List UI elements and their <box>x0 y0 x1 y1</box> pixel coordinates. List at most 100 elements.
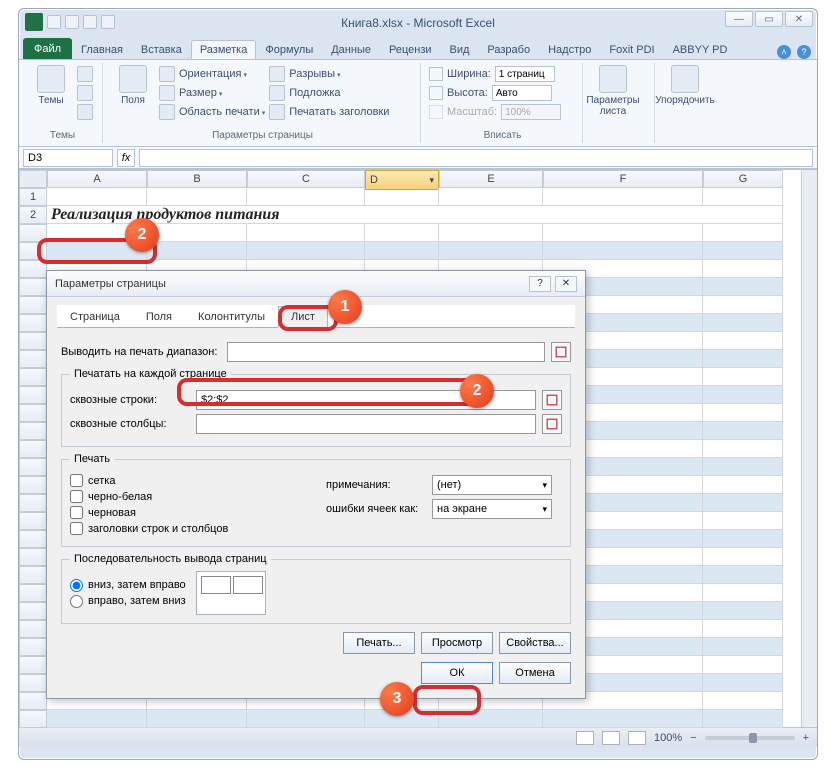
zoom-level[interactable]: 100% <box>654 732 682 744</box>
bw-checkbox[interactable] <box>70 490 83 503</box>
cell[interactable] <box>703 422 783 440</box>
zoom-slider[interactable] <box>705 736 795 740</box>
ref-select-button[interactable] <box>551 342 571 362</box>
tab-page[interactable]: Страница <box>57 306 133 328</box>
sheet-options-button[interactable]: Параметры листа <box>591 63 635 143</box>
cell[interactable] <box>703 332 783 350</box>
cell[interactable] <box>703 674 783 692</box>
cell[interactable] <box>439 224 543 242</box>
tab-page-layout[interactable]: Разметка <box>191 40 257 59</box>
cell[interactable] <box>703 350 783 368</box>
cell[interactable] <box>543 188 703 206</box>
cell[interactable] <box>439 242 543 260</box>
row-header[interactable] <box>19 656 47 674</box>
column-header[interactable]: B <box>147 170 247 188</box>
row-header[interactable] <box>19 422 47 440</box>
cell[interactable] <box>703 404 783 422</box>
minimize-button[interactable]: — <box>725 11 753 27</box>
cell[interactable] <box>247 188 365 206</box>
cell[interactable] <box>365 242 439 260</box>
tab-view[interactable]: Вид <box>441 40 479 59</box>
cell[interactable] <box>703 656 783 674</box>
cell[interactable] <box>703 278 783 296</box>
cell[interactable] <box>247 242 365 260</box>
row-header[interactable] <box>19 476 47 494</box>
cancel-button[interactable]: Отмена <box>499 662 571 684</box>
row-header[interactable] <box>19 512 47 530</box>
tab-margins[interactable]: Поля <box>133 306 185 328</box>
tab-file[interactable]: Файл <box>23 38 72 59</box>
formula-input[interactable] <box>139 149 813 167</box>
cell[interactable] <box>703 620 783 638</box>
theme-colors[interactable] <box>77 65 93 83</box>
sheet-title-cell[interactable]: Реализация продуктов питания <box>47 206 783 224</box>
cell[interactable] <box>543 242 703 260</box>
close-button[interactable]: ✕ <box>785 11 813 27</box>
cell[interactable] <box>703 494 783 512</box>
cell[interactable] <box>543 224 703 242</box>
print-titles-button[interactable]: Печатать заголовки <box>269 103 389 121</box>
preview-button[interactable]: Просмотр <box>421 632 493 654</box>
row-header[interactable]: 1 <box>19 188 47 206</box>
row-header[interactable] <box>19 566 47 584</box>
row-header[interactable] <box>19 260 47 278</box>
cell[interactable] <box>247 710 365 728</box>
row-header[interactable] <box>19 548 47 566</box>
row-header[interactable] <box>19 296 47 314</box>
order-down-radio[interactable] <box>70 579 83 592</box>
tab-formulas[interactable]: Формулы <box>256 40 322 59</box>
row-header[interactable] <box>19 584 47 602</box>
tab-review[interactable]: Рецензи <box>380 40 441 59</box>
row-header[interactable] <box>19 368 47 386</box>
cell[interactable] <box>543 710 703 728</box>
arrange-button[interactable]: Упорядочить <box>663 63 707 143</box>
help-icon[interactable]: ? <box>797 45 811 59</box>
row-header[interactable]: 2 <box>19 206 47 224</box>
cell[interactable] <box>703 566 783 584</box>
column-header[interactable]: D <box>365 170 439 190</box>
properties-button[interactable]: Свойства... <box>499 632 571 654</box>
cols-repeat-input[interactable] <box>196 414 536 434</box>
grid-checkbox[interactable] <box>70 474 83 487</box>
view-layout-icon[interactable] <box>602 731 620 745</box>
breaks-button[interactable]: Разрывы <box>269 65 389 83</box>
orientation-button[interactable]: Ориентация <box>159 65 265 83</box>
cell[interactable] <box>703 260 783 278</box>
cell[interactable] <box>703 710 783 728</box>
theme-fonts[interactable] <box>77 84 93 102</box>
tab-abbyy[interactable]: ABBYY PD <box>664 40 737 59</box>
cell[interactable] <box>703 224 783 242</box>
print-area-button[interactable]: Область печати <box>159 103 265 121</box>
cell[interactable] <box>147 242 247 260</box>
cell[interactable] <box>703 476 783 494</box>
print-range-input[interactable] <box>227 342 545 362</box>
cell[interactable] <box>147 188 247 206</box>
order-over-radio[interactable] <box>70 595 83 608</box>
row-header[interactable] <box>19 314 47 332</box>
tab-foxit[interactable]: Foxit PDI <box>600 40 663 59</box>
cell[interactable] <box>703 602 783 620</box>
row-header[interactable] <box>19 674 47 692</box>
dialog-close-button[interactable]: ✕ <box>555 276 577 292</box>
view-normal-icon[interactable] <box>576 731 594 745</box>
cell[interactable] <box>703 638 783 656</box>
cell[interactable] <box>703 458 783 476</box>
tab-data[interactable]: Данные <box>322 40 380 59</box>
row-header[interactable] <box>19 278 47 296</box>
errors-select[interactable]: на экране <box>432 499 552 519</box>
maximize-button[interactable]: ▭ <box>755 11 783 27</box>
vertical-scrollbar[interactable] <box>801 170 817 727</box>
row-header[interactable] <box>19 620 47 638</box>
cell[interactable] <box>703 242 783 260</box>
theme-effects[interactable] <box>77 103 93 121</box>
cell[interactable] <box>703 692 783 710</box>
row-header[interactable] <box>19 440 47 458</box>
cell[interactable] <box>47 710 147 728</box>
view-break-icon[interactable] <box>628 731 646 745</box>
zoom-out-button[interactable]: − <box>690 732 696 744</box>
dialog-help-button[interactable]: ? <box>529 276 551 292</box>
width-field[interactable]: Ширина: <box>429 65 561 83</box>
zoom-in-button[interactable]: + <box>803 732 809 744</box>
row-header[interactable] <box>19 530 47 548</box>
row-header[interactable] <box>19 494 47 512</box>
